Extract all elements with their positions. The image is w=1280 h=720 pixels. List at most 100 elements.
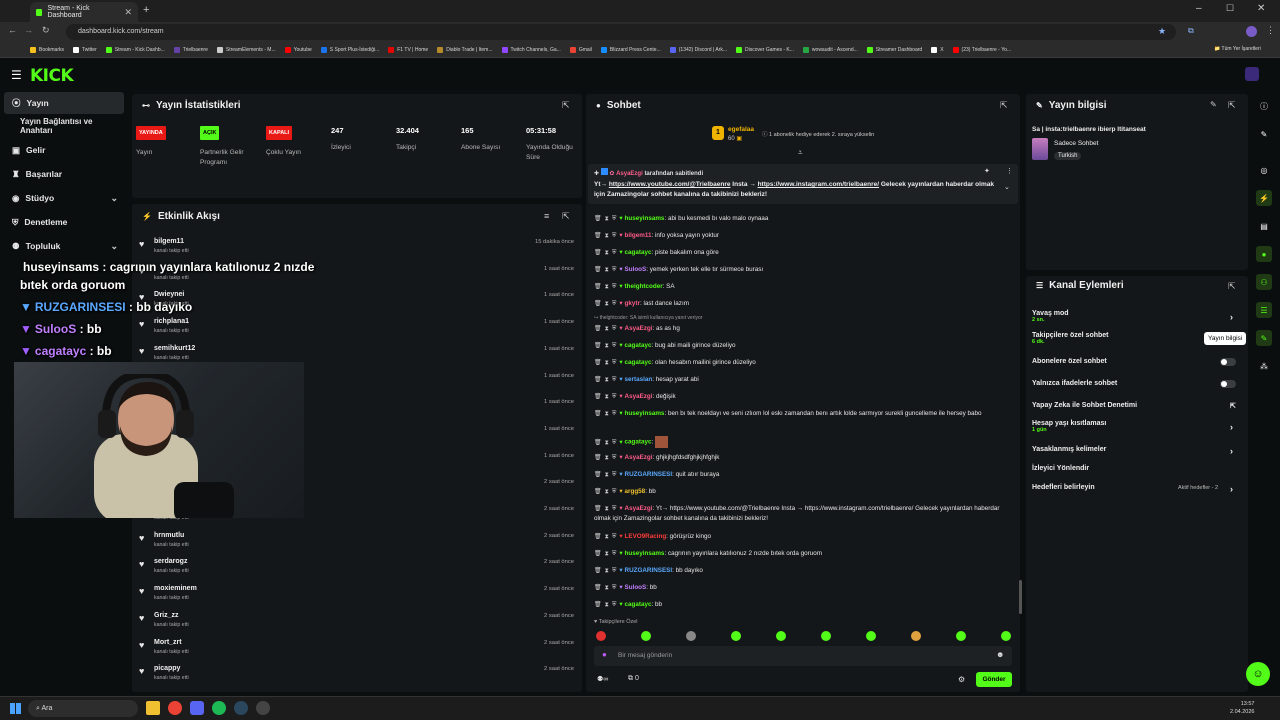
hourglass-icon[interactable]: ⧗ — [605, 267, 609, 273]
explorer-icon[interactable] — [146, 701, 160, 715]
back-icon[interactable]: ← — [8, 25, 17, 35]
support-chat-button[interactable]: ☺ — [1246, 662, 1270, 686]
document-icon[interactable]: ▤ — [1256, 218, 1272, 234]
timeout-icon[interactable]: 🗑 — [594, 506, 602, 512]
pen-icon[interactable]: ✎ — [1256, 126, 1272, 142]
chat-username[interactable]: cagatayc — [625, 439, 652, 446]
timeout-icon[interactable]: 🗑 — [594, 534, 602, 540]
shield-icon[interactable]: ⛨ — [612, 301, 617, 307]
microphone-icon[interactable]: ● — [602, 650, 607, 659]
timeout-icon[interactable]: 🗑 — [594, 377, 602, 383]
close-tab-icon[interactable]: ✕ — [124, 7, 132, 18]
windows-start-icon[interactable] — [10, 703, 21, 714]
info-icon[interactable]: ⓘ — [1256, 98, 1272, 114]
sidebar-item-topluluk[interactable]: ⚉ Topluluk ⌄ — [4, 235, 124, 257]
hourglass-icon[interactable]: ⧗ — [605, 301, 609, 307]
hourglass-icon[interactable]: ⧗ — [605, 440, 609, 446]
chat-username[interactable]: AsyaEzgi — [625, 454, 653, 461]
chat-username[interactable]: bilgem11 — [625, 232, 652, 239]
popout-icon[interactable]: ⇱ — [1228, 100, 1236, 111]
bookmark-item[interactable]: Twitter — [73, 46, 97, 53]
list-icon[interactable]: ☰ — [1256, 302, 1272, 318]
apps-icon[interactable]: ⁂ — [1256, 358, 1272, 374]
chat-settings-icon[interactable]: ⚙ — [958, 675, 965, 684]
shield-icon[interactable]: ⛨ — [612, 602, 617, 608]
sidebar-item-gelir[interactable]: ▣ Gelir — [4, 139, 124, 161]
channel-action-row[interactable]: Yavaş mod 2 sn. › — [1032, 310, 1238, 323]
channel-action-row[interactable]: İzleyici Yönlendir — [1032, 465, 1238, 472]
shield-icon[interactable]: ⛨ — [612, 534, 617, 540]
shield-icon[interactable]: ⛨ — [612, 568, 617, 574]
timeout-icon[interactable]: 🗑 — [594, 360, 602, 366]
close-window-icon[interactable]: ✕ — [1257, 3, 1265, 14]
channel-action-row[interactable]: Hesap yaşı kısıtlaması 1 gün › — [1032, 420, 1238, 433]
bookmark-item[interactable]: Blizzard Press Cente... — [600, 46, 661, 53]
timeout-icon[interactable]: 🗑 — [594, 267, 602, 273]
sidebar-item-denetleme[interactable]: ⛨ Denetleme — [4, 211, 124, 233]
bookmark-item[interactable]: Youtube — [284, 46, 312, 53]
chat-icon[interactable]: ● — [1256, 246, 1272, 262]
all-bookmarks[interactable]: 📁 Tüm Yer İşaretleri — [1214, 46, 1261, 52]
send-button[interactable]: Gönder — [976, 672, 1012, 687]
timeout-icon[interactable]: 🗑 — [594, 568, 602, 574]
bookmark-item[interactable]: F1 TV | Home — [388, 46, 428, 53]
more-icon[interactable]: ⋮ — [1006, 167, 1013, 175]
clock[interactable]: 13:57 2.04.2026 — [1230, 700, 1254, 716]
instagram-link[interactable]: https://www.instagram.com/trielbaenre/ — [758, 181, 879, 188]
shield-icon[interactable]: ⛨ — [612, 440, 617, 446]
url-field[interactable]: dashboard.kick.com/stream — [66, 24, 1176, 40]
chat-username[interactable]: gkytr — [625, 300, 640, 307]
timeout-icon[interactable]: 🗑 — [594, 585, 602, 591]
emote-button[interactable] — [776, 631, 786, 641]
user-avatar[interactable] — [1245, 67, 1259, 81]
category-name[interactable]: Sadece Sohbet — [1054, 140, 1098, 147]
bookmark-item[interactable]: Twitch Channels, Ga... — [501, 46, 561, 53]
chat-username[interactable]: huseyinsams — [625, 410, 665, 417]
edit-icon[interactable]: ✎ — [1210, 100, 1217, 109]
timeout-icon[interactable]: 🗑 — [594, 489, 602, 495]
emote-button[interactable] — [596, 631, 606, 641]
shield-icon[interactable]: ⛨ — [612, 360, 617, 366]
bookmark-item[interactable]: Discover Games - K... — [736, 46, 794, 53]
bookmark-item[interactable]: wowaudit - Ascend... — [802, 46, 858, 53]
chrome-icon[interactable] — [168, 701, 182, 715]
hourglass-icon[interactable]: ⧗ — [605, 343, 609, 349]
emote-button[interactable] — [866, 631, 876, 641]
hourglass-icon[interactable]: ⧗ — [605, 551, 609, 557]
chat-username[interactable]: SulooS — [625, 584, 647, 591]
maximize-icon[interactable]: ☐ — [1226, 3, 1234, 14]
emote-button[interactable] — [1001, 631, 1011, 641]
minimize-icon[interactable]: – — [1196, 3, 1202, 14]
shield-icon[interactable]: ⛨ — [612, 455, 617, 461]
unpin-icon[interactable]: ✦ — [984, 167, 990, 175]
chat-username[interactable]: RUZGARINSESI — [625, 471, 673, 478]
follower-name[interactable]: serdarogz — [154, 558, 187, 565]
channel-action-row[interactable]: Yasaklanmış kelimeler › — [1032, 446, 1238, 456]
emote-button[interactable] — [731, 631, 741, 641]
timeout-icon[interactable]: 🗑 — [594, 301, 602, 307]
hourglass-icon[interactable]: ⧗ — [605, 394, 609, 400]
chat-username[interactable]: argg58 — [625, 488, 646, 495]
shield-icon[interactable]: ⛨ — [612, 472, 617, 478]
shield-icon[interactable]: ⛨ — [612, 506, 617, 512]
hourglass-icon[interactable]: ⧗ — [605, 284, 609, 290]
timeout-icon[interactable]: 🗑 — [594, 411, 602, 417]
shield-icon[interactable]: ⛨ — [612, 377, 617, 383]
chat-username[interactable]: huseyinsams — [625, 215, 665, 222]
sidebar-item-stream-key[interactable]: Yayın Bağlantısı ve Anahtarı — [4, 115, 124, 137]
hourglass-icon[interactable]: ⧗ — [605, 489, 609, 495]
shield-icon[interactable]: ⛨ — [612, 394, 617, 400]
forward-icon[interactable]: → — [24, 25, 33, 35]
shield-icon[interactable]: ⛨ — [612, 585, 617, 591]
hourglass-icon[interactable]: ⧗ — [605, 233, 609, 239]
kick-logo[interactable]: KICK — [30, 66, 74, 86]
bookmark-item[interactable]: Trielbaenre — [173, 46, 208, 53]
chat-username[interactable]: cagatayc — [625, 342, 652, 349]
hourglass-icon[interactable]: ⧗ — [605, 585, 609, 591]
shield-icon[interactable]: ⛨ — [612, 411, 617, 417]
chat-username[interactable]: cagatayc — [625, 249, 652, 256]
bookmark-item[interactable]: S Sport Plus-İstediği... — [320, 46, 379, 53]
bookmark-item[interactable]: (23) Trielbaenre - Yo... — [952, 46, 1011, 53]
shield-icon[interactable]: ⛨ — [612, 250, 617, 256]
collapse-pinned-icon[interactable]: ⩡ — [798, 148, 803, 158]
